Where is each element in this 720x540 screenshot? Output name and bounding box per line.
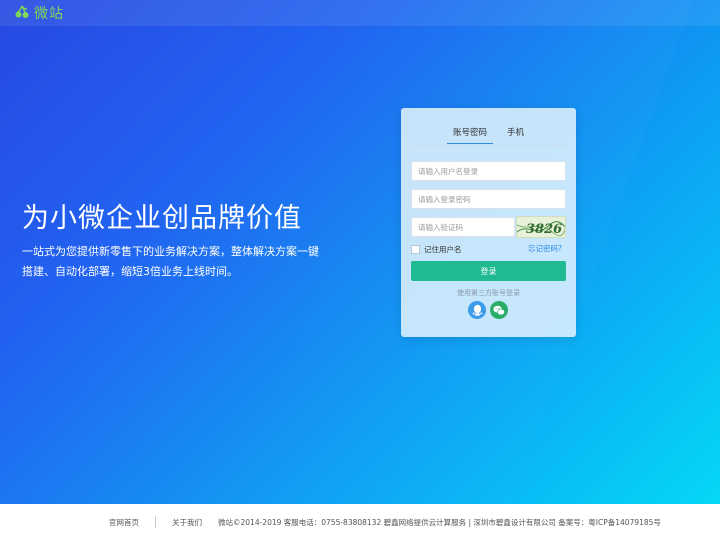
- footer: 官网首页 关于我们 微站©2014-2019 客服电话：0755-8380813…: [0, 504, 720, 540]
- qq-icon: [472, 301, 483, 320]
- footer-link-home[interactable]: 官网首页: [109, 517, 139, 528]
- third-party-login-label: 使用第三方账号登录: [457, 289, 520, 297]
- hero-background: 微站 为小微企业创品牌价值 一站式为您提供新零售下的业务解决方案，整体解决方案一…: [0, 0, 720, 504]
- top-bar: 微站: [0, 0, 720, 26]
- qq-login-button[interactable]: [468, 301, 486, 319]
- wechat-login-button[interactable]: [490, 301, 508, 319]
- logo-text: 微站: [34, 6, 64, 22]
- footer-link-about[interactable]: 关于我们: [172, 517, 202, 528]
- captcha-input[interactable]: [411, 217, 515, 237]
- footer-divider: [155, 516, 156, 528]
- tab-phone[interactable]: 手机: [507, 126, 524, 138]
- cherry-icon: [14, 4, 30, 23]
- login-button[interactable]: 登录: [411, 261, 566, 281]
- forgot-password-link[interactable]: 忘记密码?: [528, 243, 562, 254]
- remember-username: 记住用户名: [411, 244, 462, 255]
- login-card: 账号密码 手机 3826 记住用户名 忘记密码? 登录 使用第三方账号登录: [401, 108, 576, 337]
- tab-account-password[interactable]: 账号密码: [446, 126, 494, 144]
- logo[interactable]: 微站: [14, 3, 64, 23]
- login-tabs: 账号密码 手机: [411, 122, 566, 146]
- password-input[interactable]: [411, 189, 566, 209]
- footer-copyright: 微站©2014-2019 客服电话：0755-83808132 碧鑫网络提供云计…: [218, 517, 661, 527]
- remember-checkbox[interactable]: [411, 245, 420, 254]
- hero-headline: 为小微企业创品牌价值: [22, 203, 302, 234]
- remember-label: 记住用户名: [424, 245, 462, 254]
- hero-subline: 一站式为您提供新零售下的业务解决方案，整体解决方案一键搭建、自动化部署，缩短3倍…: [22, 245, 319, 278]
- captcha-text: 3826: [526, 222, 562, 237]
- captcha-image[interactable]: 3826: [516, 216, 566, 238]
- username-input[interactable]: [411, 161, 566, 181]
- wechat-icon: [493, 301, 505, 320]
